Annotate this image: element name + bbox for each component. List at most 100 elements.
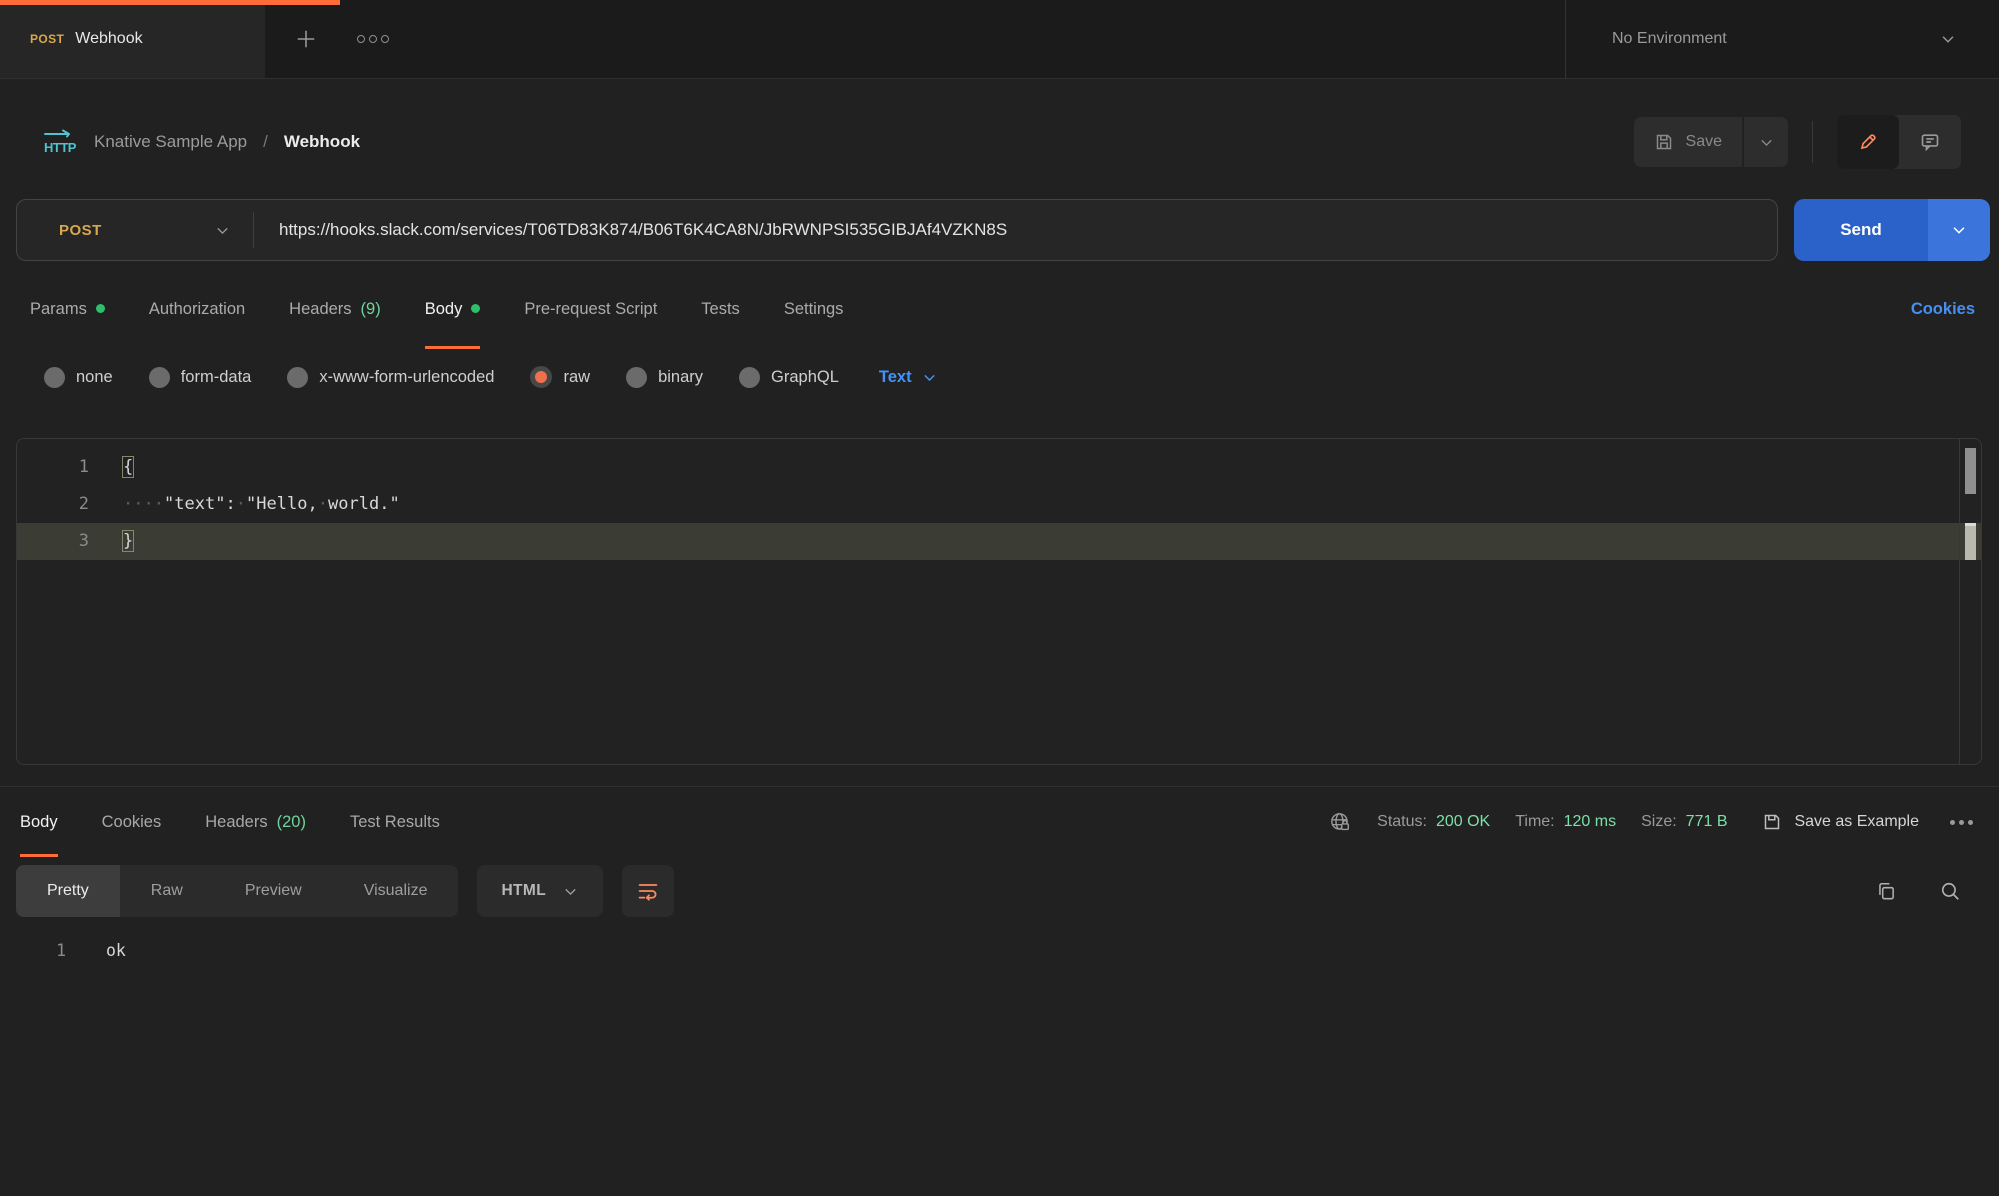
chevron-down-icon bbox=[1758, 134, 1775, 151]
request-tab[interactable]: POST Webhook bbox=[0, 0, 265, 78]
environment-label: No Environment bbox=[1612, 30, 1727, 48]
edit-mode-button[interactable] bbox=[1837, 115, 1899, 169]
response-format-label: HTML bbox=[501, 882, 546, 900]
tab-title: Webhook bbox=[75, 30, 142, 48]
method-selector[interactable]: POST bbox=[17, 222, 253, 239]
size-value: 771 B bbox=[1686, 813, 1728, 831]
request-tabs: Params Authorization Headers (9) Body Pr… bbox=[0, 269, 1999, 349]
save-options-button[interactable] bbox=[1742, 117, 1788, 167]
plus-icon bbox=[295, 28, 317, 50]
save-label: Save bbox=[1686, 133, 1722, 151]
comments-button[interactable] bbox=[1899, 115, 1961, 169]
tab-pre-request-script[interactable]: Pre-request Script bbox=[524, 269, 657, 349]
breadcrumb-request-name[interactable]: Webhook bbox=[284, 132, 360, 152]
tab-params[interactable]: Params bbox=[30, 269, 105, 349]
send-button[interactable]: Send bbox=[1794, 199, 1928, 261]
response-tab-cookies[interactable]: Cookies bbox=[102, 787, 162, 857]
view-preview[interactable]: Preview bbox=[214, 865, 333, 917]
raw-format-selector[interactable]: Text bbox=[879, 368, 938, 387]
tab-label: Authorization bbox=[149, 300, 245, 319]
scrollbar-cursor-mark bbox=[1965, 523, 1976, 560]
response-view-group: Pretty Raw Preview Visualize bbox=[16, 865, 458, 917]
view-visualize[interactable]: Visualize bbox=[333, 865, 459, 917]
size-label: Size: bbox=[1641, 813, 1677, 831]
url-input[interactable]: https://hooks.slack.com/services/T06TD83… bbox=[254, 220, 1007, 240]
send-options-button[interactable] bbox=[1928, 199, 1990, 261]
tab-label: Pre-request Script bbox=[524, 300, 657, 319]
tab-method-badge: POST bbox=[30, 32, 64, 46]
tab-authorization[interactable]: Authorization bbox=[149, 269, 245, 349]
editor-lines: 1{2····"text":·"Hello,·world."3} bbox=[17, 439, 1981, 560]
environment-selector[interactable]: No Environment bbox=[1565, 0, 1999, 78]
green-dot-indicator bbox=[471, 304, 480, 313]
code-text: ····"text":·"Hello,·world." bbox=[89, 486, 400, 523]
time-value: 120 ms bbox=[1564, 813, 1616, 831]
pane-toggle-group bbox=[1837, 115, 1961, 169]
radio-raw[interactable]: raw bbox=[530, 366, 590, 388]
tab-headers[interactable]: Headers (9) bbox=[289, 269, 381, 349]
save-as-example-button[interactable]: Save as Example bbox=[1762, 812, 1919, 832]
tab-label: Settings bbox=[784, 300, 844, 319]
response-tab-body[interactable]: Body bbox=[20, 787, 58, 857]
wrap-text-icon bbox=[636, 879, 660, 903]
body-type-selector: none form-data x-www-form-urlencoded raw… bbox=[0, 349, 1999, 405]
save-button[interactable]: Save bbox=[1634, 117, 1742, 167]
radio-selected-icon bbox=[530, 366, 552, 388]
response-toolbar: Pretty Raw Preview Visualize HTML bbox=[16, 865, 1961, 917]
method-label: POST bbox=[59, 222, 102, 239]
cookies-link[interactable]: Cookies bbox=[1911, 300, 1975, 319]
radio-label: form-data bbox=[181, 368, 252, 387]
view-pretty[interactable]: Pretty bbox=[16, 865, 120, 917]
radio-form-data[interactable]: form-data bbox=[149, 367, 252, 388]
radio-icon bbox=[149, 367, 170, 388]
send-label: Send bbox=[1840, 220, 1882, 240]
radio-label: x-www-form-urlencoded bbox=[319, 368, 494, 387]
search-button[interactable] bbox=[1939, 880, 1961, 902]
time-label: Time: bbox=[1515, 813, 1554, 831]
comment-icon bbox=[1919, 131, 1941, 153]
response-tab-test-results[interactable]: Test Results bbox=[350, 787, 440, 857]
tab-settings[interactable]: Settings bbox=[784, 269, 844, 349]
tab-body[interactable]: Body bbox=[425, 269, 481, 349]
status-value: 200 OK bbox=[1436, 813, 1490, 831]
response-body[interactable]: 1 ok bbox=[0, 941, 1999, 960]
editor-line[interactable]: 2····"text":·"Hello,·world." bbox=[17, 486, 1981, 523]
response-options-button[interactable] bbox=[1950, 820, 1973, 825]
active-tab-indicator bbox=[0, 0, 340, 5]
editor-line[interactable]: 1{ bbox=[17, 449, 1981, 486]
radio-binary[interactable]: binary bbox=[626, 367, 703, 388]
pencil-icon bbox=[1857, 131, 1879, 153]
new-tab-button[interactable] bbox=[295, 28, 317, 50]
tab-tests[interactable]: Tests bbox=[701, 269, 740, 349]
postman-app: { "colors": { "accent_orange": "#FF6C37"… bbox=[0, 0, 1999, 1196]
tab-strip: POST Webhook No Environment bbox=[0, 0, 1999, 79]
editor-line[interactable]: 3} bbox=[17, 523, 1981, 560]
wrap-lines-button[interactable] bbox=[622, 865, 674, 917]
radio-none[interactable]: none bbox=[44, 367, 113, 388]
tab-count: (9) bbox=[361, 300, 381, 319]
network-info-button[interactable] bbox=[1328, 810, 1352, 834]
request-body-editor[interactable]: 1{2····"text":·"Hello,·world."3} bbox=[16, 438, 1982, 765]
breadcrumb-collection[interactable]: Knative Sample App bbox=[94, 132, 247, 152]
editor-scrollbar[interactable] bbox=[1959, 439, 1981, 764]
tab-label: Tests bbox=[701, 300, 740, 319]
line-number: 3 bbox=[17, 523, 89, 560]
response-body-actions bbox=[1875, 880, 1961, 902]
response-tab-headers[interactable]: Headers (20) bbox=[205, 787, 306, 857]
chevron-down-icon bbox=[1950, 221, 1968, 239]
tab-label: Cookies bbox=[102, 813, 162, 832]
http-request-icon: HTTP bbox=[38, 126, 78, 158]
tab-options-button[interactable] bbox=[357, 35, 389, 43]
response-format-selector[interactable]: HTML bbox=[477, 865, 603, 917]
view-raw[interactable]: Raw bbox=[120, 865, 214, 917]
chevron-down-icon bbox=[1939, 30, 1957, 48]
tab-label: Headers bbox=[205, 813, 267, 832]
save-as-example-label: Save as Example bbox=[1794, 813, 1919, 831]
radio-x-www-form-urlencoded[interactable]: x-www-form-urlencoded bbox=[287, 367, 494, 388]
radio-label: GraphQL bbox=[771, 368, 839, 387]
line-number: 2 bbox=[17, 486, 89, 523]
svg-text:HTTP: HTTP bbox=[44, 140, 77, 155]
copy-button[interactable] bbox=[1875, 880, 1897, 902]
radio-graphql[interactable]: GraphQL bbox=[739, 367, 839, 388]
scrollbar-thumb[interactable] bbox=[1965, 448, 1976, 494]
